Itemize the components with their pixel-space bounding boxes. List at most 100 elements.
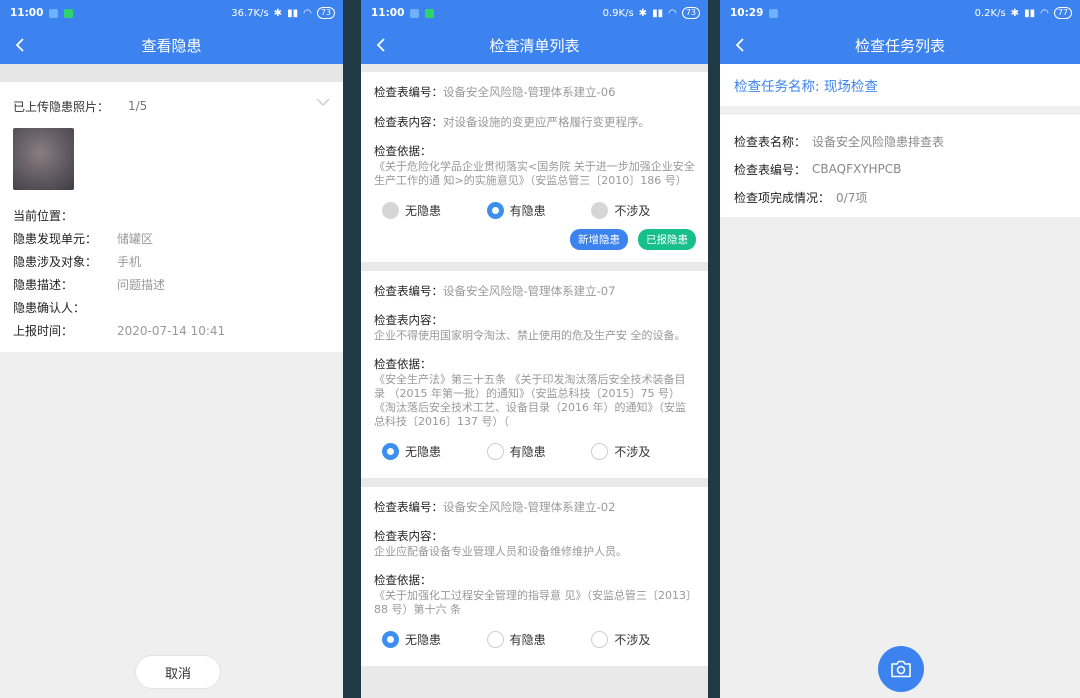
upload-label: 已上传隐患照片： <box>13 99 110 114</box>
radio-not-applicable[interactable]: 不涉及 <box>591 631 696 648</box>
add-hazard-button[interactable]: 新增隐患 <box>570 229 628 250</box>
field-row: 检查表名称： 设备安全风险隐患排查表 <box>734 127 1066 155</box>
notification-icon <box>769 8 779 18</box>
content-label: 检查表内容： <box>374 115 443 129</box>
radio-no-hazard[interactable]: 无隐患 <box>382 443 487 460</box>
task-name[interactable]: 检查任务名称: 现场检查 <box>720 64 1080 106</box>
battery-icon: 73 <box>316 7 335 19</box>
divider <box>708 0 720 698</box>
radio-circle <box>591 631 609 648</box>
nav-bar: 检查清单列表 <box>361 26 708 64</box>
radio-no-hazard[interactable]: 无隐患 <box>382 202 487 219</box>
bluetooth-icon: ✱ <box>638 7 648 19</box>
radio-circle <box>486 443 504 460</box>
hazard-radio-group: 无隐患 有隐患 不涉及 <box>382 443 696 460</box>
radio-circle <box>591 443 609 460</box>
radio-circle <box>382 202 399 219</box>
code-value: 设备安全风险隐-管理体系建立-07 <box>443 284 616 298</box>
code-label: 检查表编号： <box>374 500 443 514</box>
code-row: 检查表编号：设备安全风险隐-管理体系建立-02 <box>374 499 696 515</box>
checklist-summary-card[interactable]: 检查表名称： 设备安全风险隐患排查表 检查表编号： CBAQFXYHPCB 检查项完… <box>720 115 1080 217</box>
back-arrow-icon <box>15 38 24 52</box>
radio-label: 无隐患 <box>405 633 442 647</box>
camera-button[interactable] <box>878 646 924 692</box>
cancel-button[interactable]: 取消 <box>135 655 221 689</box>
divider <box>343 0 361 698</box>
signal-icon: ▮▮ <box>287 7 299 19</box>
back-button[interactable] <box>371 26 391 64</box>
bluetooth-icon: ✱ <box>1010 7 1020 19</box>
radio-label: 不涉及 <box>614 633 651 647</box>
field-label: 检查表编号： <box>734 162 807 177</box>
field-value: 储罐区 <box>117 232 154 246</box>
network-speed: 36.7K/s <box>231 7 269 19</box>
checklist-card: 检查表编号：设备安全风险隐-管理体系建立-07 检查表内容： 企业不得使用国家明令… <box>361 271 708 478</box>
status-time: 11:00 <box>371 7 405 19</box>
field-value: 0/7项 <box>836 190 868 205</box>
status-bar: 11:00 36.7K/s ✱ ▮▮ ◠ 73 <box>0 0 343 26</box>
field-label: 隐患描述： <box>13 278 74 292</box>
status-time: 10:29 <box>730 7 764 19</box>
radio-has-hazard[interactable]: 有隐患 <box>486 443 592 460</box>
radio-has-hazard[interactable]: 有隐患 <box>486 202 592 219</box>
basis-block: 检查依据： 《安全生产法》第三十五条 《关于印发淘汰落后安全技术装备目录 （201… <box>374 357 696 429</box>
task-list-screen: 10:29 0.2K/s ✱ ▮▮ ◠ 77 检查任务列表 检查任务名称: 现场… <box>720 0 1080 698</box>
field-value: 问题描述 <box>117 278 166 292</box>
checklist-card: 检查表编号：设备安全风险隐-管理体系建立-06 检查表内容：对设备设施的变更应严… <box>361 72 708 262</box>
radio-label: 有隐患 <box>509 204 546 218</box>
radio-not-applicable[interactable]: 不涉及 <box>591 202 696 219</box>
code-row: 检查表编号：设备安全风险隐-管理体系建立-06 <box>374 84 696 100</box>
radio-label: 有隐患 <box>509 633 546 647</box>
radio-no-hazard[interactable]: 无隐患 <box>382 631 487 648</box>
hazard-card: 已上传隐患照片： 1/5 当前位置： 隐患发现单元： 储罐区 隐患涉及对象： 手机 … <box>0 82 343 352</box>
basis-block: 检查依据： 《关于加强化工过程安全管理的指导意 见》（安监总管三〔2013〕88 … <box>374 573 696 617</box>
notification-icon <box>410 8 420 18</box>
content-row: 检查表内容：对设备设施的变更应严格履行变更程序。 <box>374 114 696 130</box>
radio-circle-selected <box>486 202 504 219</box>
upload-row[interactable]: 已上传隐患照片： 1/5 <box>13 94 330 118</box>
code-value: 设备安全风险隐-管理体系建立-02 <box>443 500 616 514</box>
field-label: 检查项完成情况： <box>734 190 831 205</box>
status-bar: 11:00 0.9K/s ✱ ▮▮ ◠ 73 <box>361 0 708 26</box>
hazard-photo-thumbnail[interactable] <box>13 128 74 190</box>
radio-circle <box>591 202 609 219</box>
battery-icon: 77 <box>1053 7 1072 19</box>
field-label: 当前位置： <box>13 209 74 223</box>
field-value: 2020-07-14 10:41 <box>117 323 226 338</box>
field-row: 隐患涉及对象： 手机 <box>13 250 330 273</box>
radio-label: 有隐患 <box>509 445 546 459</box>
page-title: 检查清单列表 <box>489 36 580 55</box>
radio-not-applicable[interactable]: 不涉及 <box>591 443 696 460</box>
field-row: 检查项完成情况： 0/7项 <box>734 183 1066 211</box>
chevron-down-icon[interactable] <box>316 98 330 107</box>
back-arrow-icon <box>376 38 385 52</box>
basis-value: 《关于危险化学品企业贯彻落实<国务院 关于进一步加强企业安全生产工作的通 知>的… <box>374 160 695 187</box>
field-label: 上报时间： <box>13 324 74 338</box>
radio-label: 无隐患 <box>405 204 442 218</box>
network-speed: 0.9K/s <box>602 7 634 19</box>
field-row: 上报时间： 2020-07-14 10:41 <box>13 319 330 342</box>
hazard-radio-group: 无隐患 有隐患 不涉及 <box>382 631 696 648</box>
nav-bar: 检查任务列表 <box>720 26 1080 64</box>
field-row: 检查表编号： CBAQFXYHPCB <box>734 155 1066 183</box>
back-button[interactable] <box>10 26 30 64</box>
radio-label: 无隐患 <box>405 445 442 459</box>
basis-value: 《关于加强化工过程安全管理的指导意 见》（安监总管三〔2013〕88 号）第十六… <box>374 589 692 616</box>
radio-has-hazard[interactable]: 有隐患 <box>486 631 592 648</box>
page-title: 查看隐患 <box>141 36 202 55</box>
radio-circle-selected <box>382 443 399 460</box>
notification-icon <box>49 8 59 18</box>
status-right: 36.7K/s ✱ ▮▮ ◠ 73 <box>231 0 335 26</box>
page-title: 检查任务列表 <box>854 36 945 55</box>
reported-hazard-button[interactable]: 已报隐患 <box>638 229 696 250</box>
wifi-icon: ◠ <box>303 7 312 19</box>
spacer <box>0 64 343 82</box>
back-button[interactable] <box>730 26 750 64</box>
code-label: 检查表编号： <box>374 85 443 99</box>
hazard-fields: 当前位置： 隐患发现单元： 储罐区 隐患涉及对象： 手机 隐患描述： 问题描述 隐患确… <box>13 204 330 342</box>
app-notification-icon <box>425 8 435 18</box>
bluetooth-icon: ✱ <box>273 7 283 19</box>
field-value: 设备安全风险隐患排查表 <box>812 134 945 149</box>
upload-count: 1/5 <box>128 99 148 113</box>
